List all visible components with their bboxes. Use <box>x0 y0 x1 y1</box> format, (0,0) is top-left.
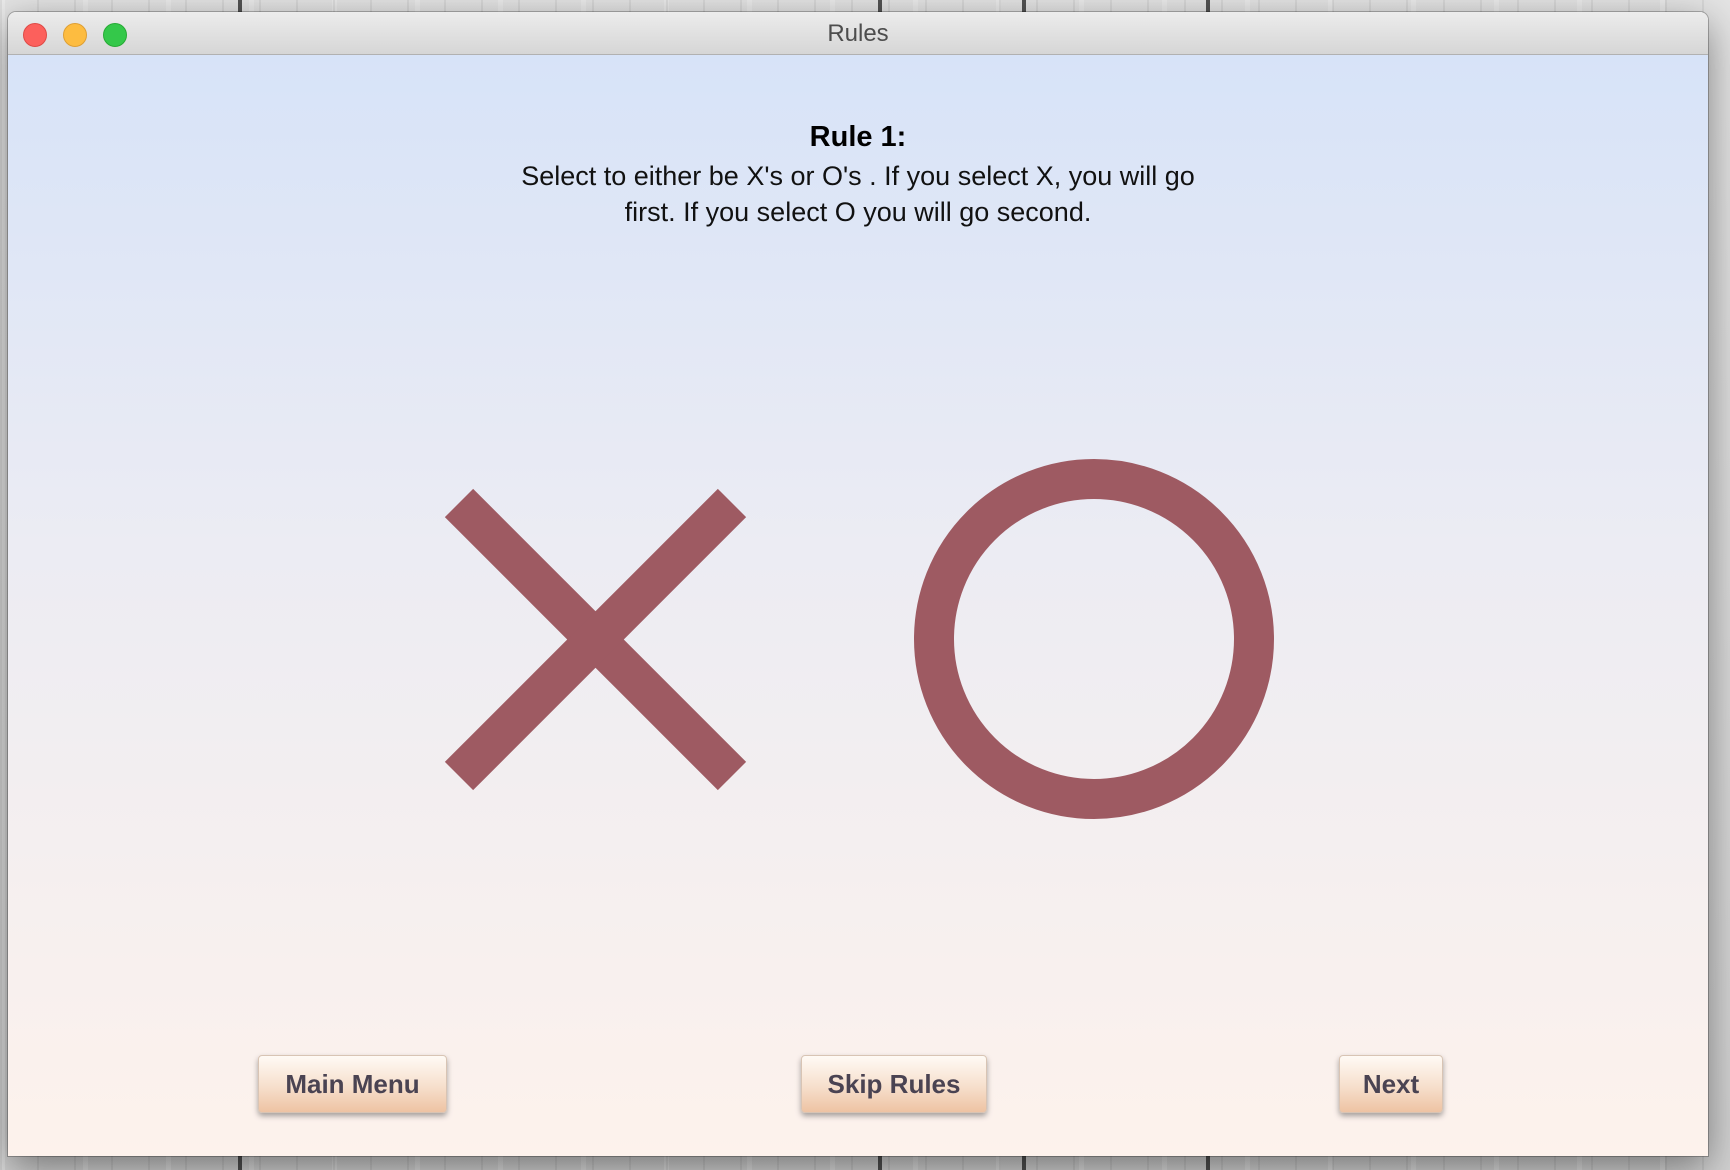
title-bar[interactable]: Rules <box>8 12 1708 55</box>
rules-content: Rule 1: Select to either be X's or O's .… <box>8 55 1708 1156</box>
xo-illustration <box>444 459 1274 819</box>
rules-window: Rules Rule 1: Select to either be X's or… <box>8 12 1708 1156</box>
skip-rules-button[interactable]: Skip Rules <box>801 1055 987 1113</box>
main-menu-button[interactable]: Main Menu <box>258 1055 447 1113</box>
window-title: Rules <box>827 20 889 47</box>
o-symbol-icon <box>914 459 1274 819</box>
x-symbol-icon <box>444 488 747 791</box>
next-button[interactable]: Next <box>1339 1055 1443 1113</box>
